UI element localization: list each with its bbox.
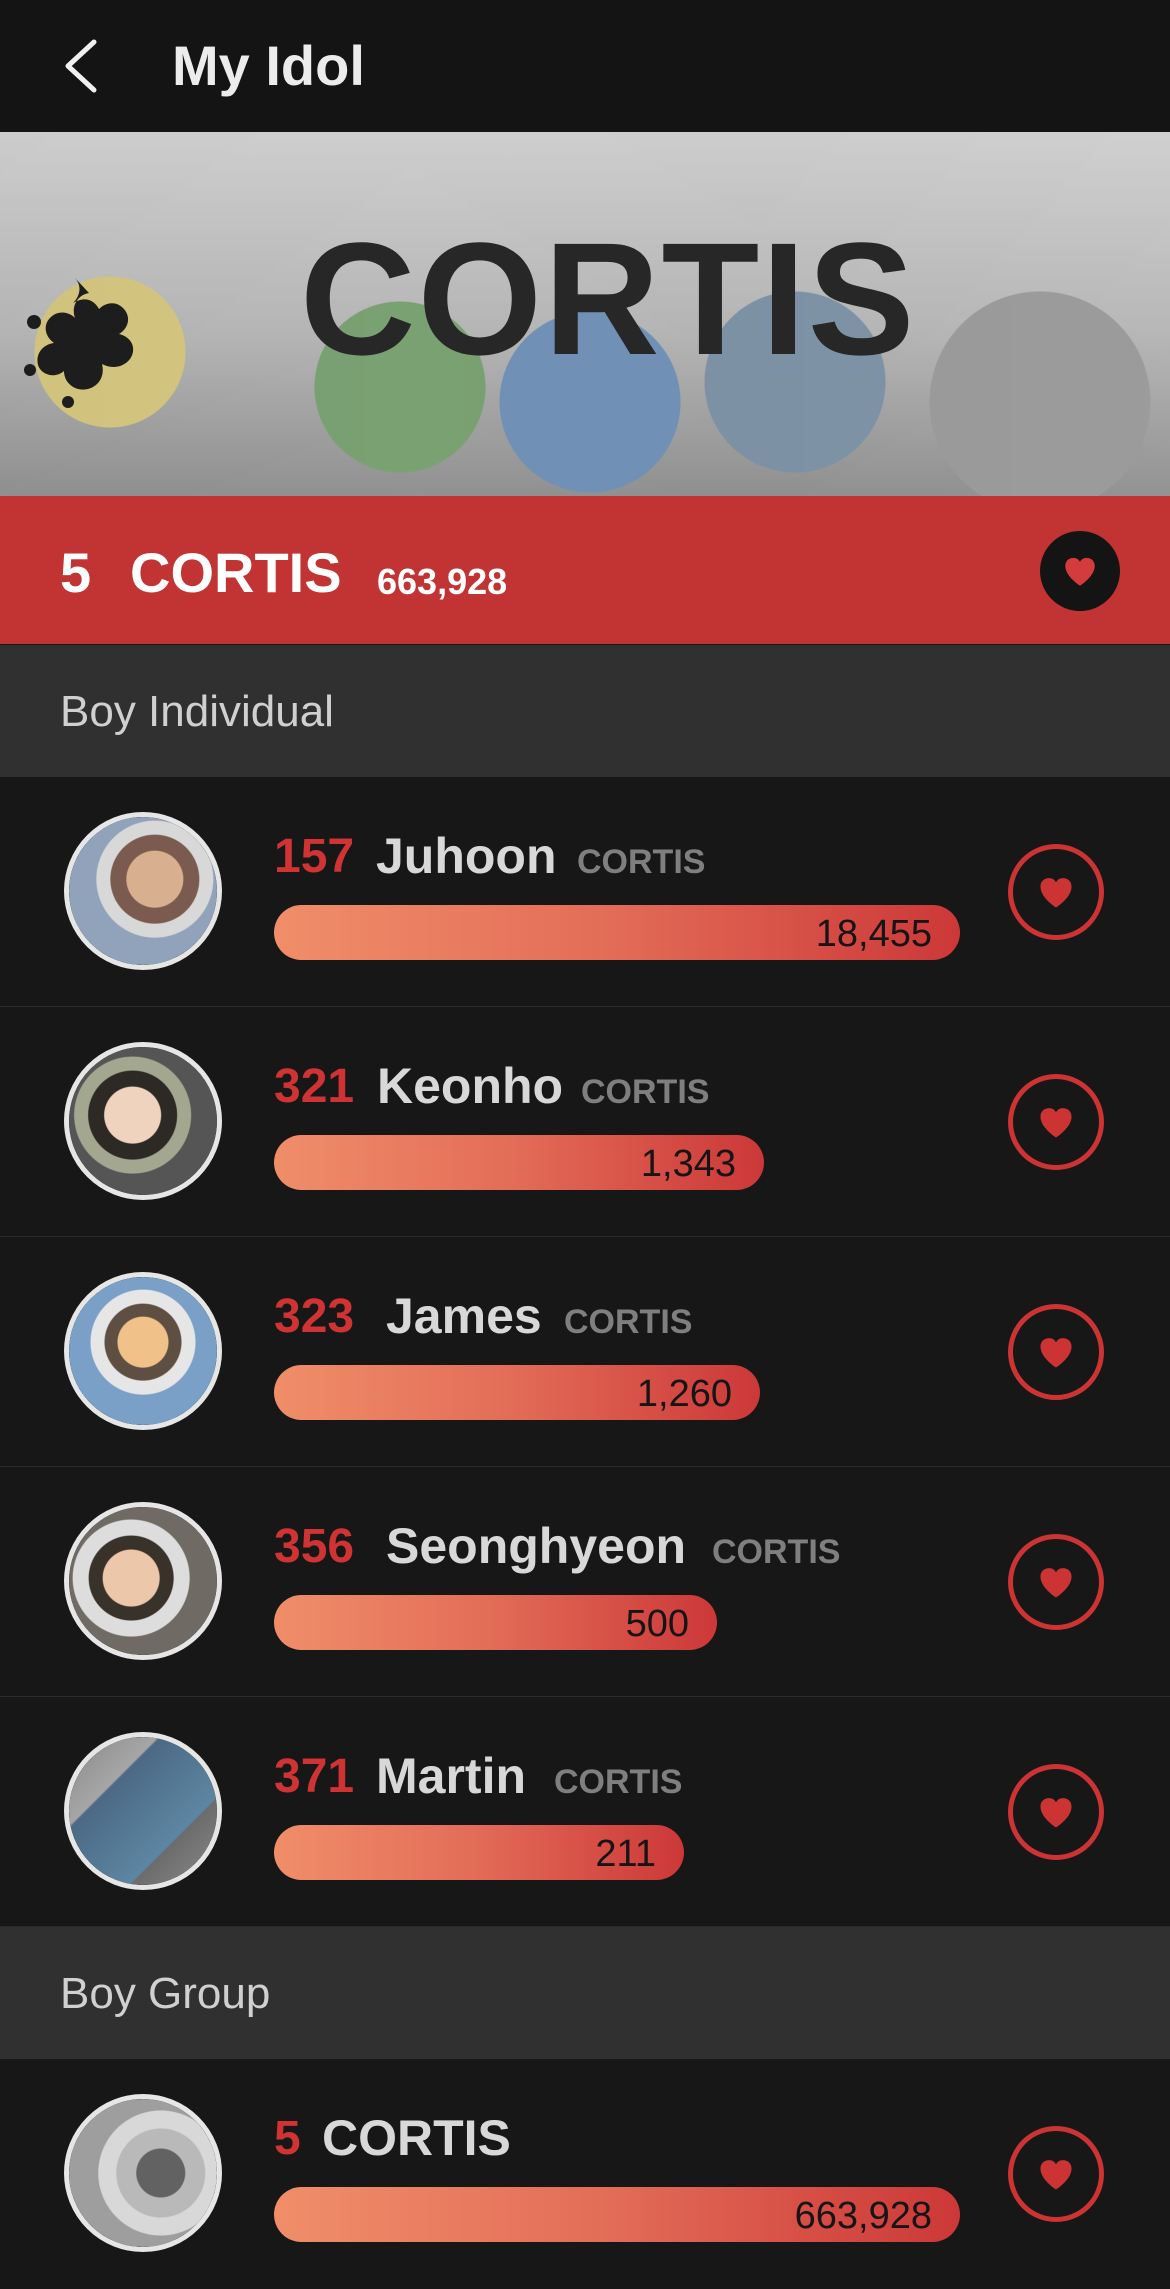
- section-boy-individual: Boy Individual: [0, 645, 1170, 777]
- group-tag: CORTIS: [554, 1763, 683, 1801]
- vote-count: 1,343: [640, 1143, 736, 1185]
- rank: 371: [274, 1750, 355, 1803]
- list-item[interactable]: 5 CORTIS 663,928: [0, 2059, 1170, 2288]
- group-tag: CORTIS: [564, 1303, 693, 1341]
- section-boy-group: Boy Group: [0, 1927, 1170, 2059]
- chevron-left-icon: [65, 39, 97, 93]
- avatar: [64, 1732, 222, 1890]
- list-item[interactable]: 323 James CORTIS 1,260: [0, 1237, 1170, 1467]
- avatar: [64, 1042, 222, 1200]
- rank: 356: [274, 1520, 355, 1573]
- avatar: [64, 2094, 222, 2252]
- group-hero-image: CORTIS: [0, 132, 1170, 496]
- vote-button[interactable]: [1008, 1304, 1104, 1400]
- member-name: Seonghyeon: [386, 1518, 687, 1574]
- rank: 323: [274, 1290, 355, 1343]
- heart-icon: [1065, 557, 1095, 586]
- group-name: CORTIS: [130, 541, 342, 604]
- vote-button[interactable]: [1008, 2126, 1104, 2222]
- group-votes: 663,928: [377, 561, 508, 602]
- heart-icon: [1040, 1108, 1072, 1138]
- member-name: Keonho: [377, 1058, 564, 1114]
- top-bar: My Idol: [0, 0, 1170, 132]
- vote-count: 1,260: [636, 1373, 732, 1415]
- member-name: Juhoon: [376, 828, 557, 884]
- member-name: James: [386, 1288, 542, 1344]
- rank: 5: [274, 2112, 301, 2165]
- vote-button[interactable]: [1008, 844, 1104, 940]
- vote-button[interactable]: [1008, 1074, 1104, 1170]
- page-title: My Idol: [172, 34, 365, 97]
- member-name: CORTIS: [322, 2110, 511, 2166]
- group-vote-button[interactable]: [1040, 531, 1120, 611]
- group-rank: 5: [60, 541, 92, 604]
- vote-bar: 1,260: [274, 1365, 760, 1420]
- vote-button[interactable]: [1008, 1764, 1104, 1860]
- section-title: Boy Individual: [60, 687, 334, 736]
- vote-bar: 500: [274, 1595, 717, 1650]
- vote-count: 663,928: [794, 2195, 932, 2237]
- rank: 157: [274, 830, 355, 883]
- section-title: Boy Group: [60, 1969, 271, 2018]
- avatar: [64, 812, 222, 970]
- heart-icon: [1040, 1798, 1072, 1828]
- group-tag: CORTIS: [577, 843, 706, 881]
- rank: 321: [274, 1060, 355, 1113]
- list-item[interactable]: 356 Seonghyeon CORTIS 500: [0, 1467, 1170, 1697]
- heart-icon: [1040, 1568, 1072, 1598]
- vote-count: 18,455: [815, 913, 932, 955]
- vote-count: 500: [625, 1603, 689, 1645]
- list-item[interactable]: 371 Martin CORTIS 211: [0, 1697, 1170, 1927]
- heart-icon: [1040, 1338, 1072, 1368]
- vote-bar: 18,455: [274, 905, 960, 960]
- hero-title: CORTIS: [300, 209, 917, 388]
- vote-count: 211: [595, 1833, 656, 1875]
- avatar: [64, 1272, 222, 1430]
- heart-icon: [1040, 878, 1072, 908]
- avatar: [64, 1502, 222, 1660]
- list-item[interactable]: 321 Keonho CORTIS 1,343: [0, 1007, 1170, 1237]
- member-name: Martin: [376, 1748, 526, 1804]
- heart-icon: [1040, 2160, 1072, 2190]
- vote-button[interactable]: [1008, 1534, 1104, 1630]
- vote-bar: 663,928: [274, 2187, 960, 2242]
- back-button[interactable]: [58, 36, 108, 96]
- list-item[interactable]: 157 Juhoon CORTIS 18,455: [0, 777, 1170, 1007]
- group-logo-icon: [24, 278, 134, 408]
- vote-bar: 1,343: [274, 1135, 764, 1190]
- vote-bar: 211: [274, 1825, 684, 1880]
- group-tag: CORTIS: [712, 1533, 841, 1571]
- group-tag: CORTIS: [581, 1073, 710, 1111]
